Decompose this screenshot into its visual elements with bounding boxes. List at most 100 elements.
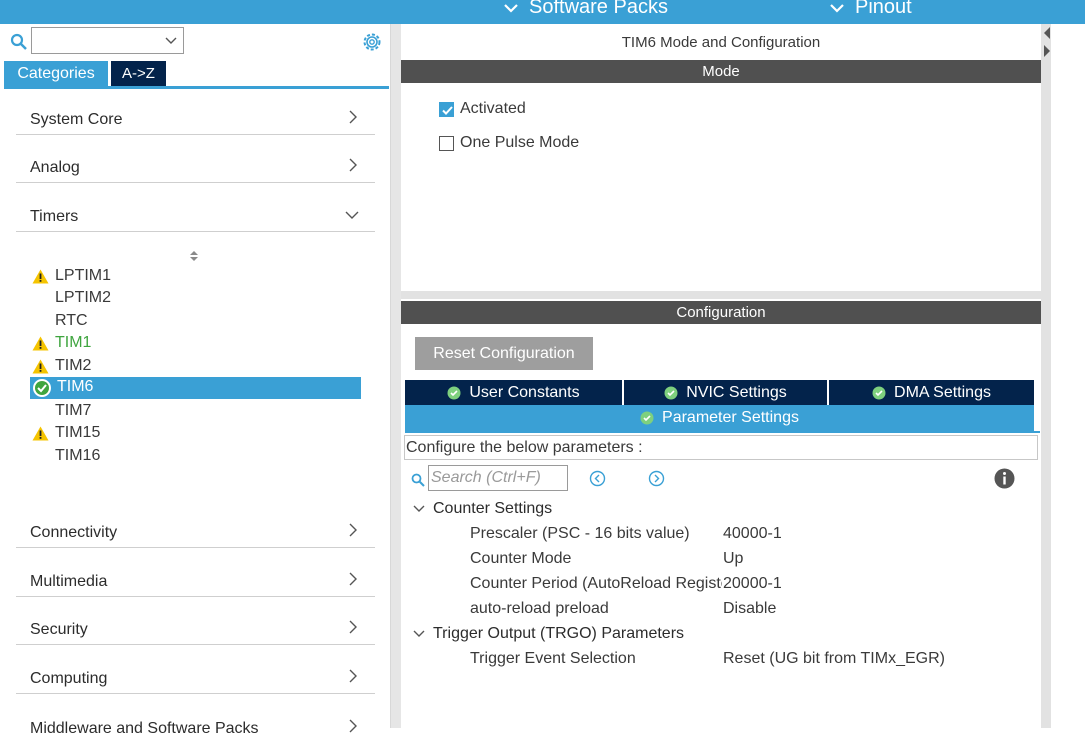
- info-icon[interactable]: [994, 468, 1015, 489]
- tab-user-constants[interactable]: User Constants: [405, 380, 622, 405]
- parameter-search-input[interactable]: Search (Ctrl+F): [428, 465, 568, 491]
- param-value[interactable]: 20000-1: [723, 575, 782, 593]
- tab-categories[interactable]: Categories: [4, 61, 108, 86]
- tab-parameter-settings[interactable]: Parameter Settings: [405, 405, 1034, 431]
- param-trigger-event-selection[interactable]: Trigger Event Selection Reset (UG bit fr…: [470, 650, 1030, 672]
- pinout-menu[interactable]: Pinout: [829, 0, 912, 19]
- param-prescaler[interactable]: Prescaler (PSC - 16 bits value) 40000-1: [470, 525, 1030, 547]
- timer-label: TIM6: [57, 378, 94, 395]
- timer-item-tim15[interactable]: TIM15: [30, 423, 361, 445]
- category-label: System Core: [30, 111, 123, 128]
- timer-label: TIM15: [55, 424, 101, 441]
- category-label: Connectivity: [30, 524, 118, 541]
- collapse-left-icon[interactable]: [1043, 26, 1051, 40]
- tab-a-to-z[interactable]: A->Z: [111, 61, 166, 86]
- category-label: Timers: [30, 208, 79, 225]
- vertical-scrollbar[interactable]: [1041, 24, 1051, 728]
- pinout-label: Pinout: [855, 0, 912, 18]
- timer-item-lptim1[interactable]: LPTIM1: [30, 266, 361, 288]
- category-system-core[interactable]: System Core: [16, 86, 375, 135]
- timer-item-tim7[interactable]: TIM7: [30, 401, 361, 423]
- param-value[interactable]: 40000-1: [723, 525, 782, 543]
- timer-item-lptim2[interactable]: LPTIM2: [30, 288, 361, 310]
- tab-nvic-settings[interactable]: NVIC Settings: [624, 380, 827, 405]
- chevron-right-icon: [349, 719, 357, 733]
- group-label: Counter Settings: [433, 500, 553, 517]
- search-icon: [411, 473, 425, 487]
- reset-configuration-button[interactable]: Reset Configuration: [415, 337, 593, 370]
- chevron-right-icon: [349, 158, 357, 172]
- warning-icon: [32, 426, 49, 441]
- activated-option[interactable]: Activated: [439, 100, 526, 118]
- search-previous-icon[interactable]: [589, 470, 606, 487]
- tab-label: User Constants: [469, 383, 580, 401]
- category-timers[interactable]: Timers: [16, 183, 375, 232]
- software-packs-label: Software Packs: [529, 0, 668, 18]
- param-name: Prescaler (PSC - 16 bits value): [470, 525, 690, 542]
- side-margin: [1051, 24, 1085, 728]
- timer-item-tim2[interactable]: TIM2: [30, 356, 361, 378]
- timer-item-rtc[interactable]: RTC: [30, 311, 361, 333]
- group-label: Trigger Output (TRGO) Parameters: [433, 625, 685, 642]
- warning-icon: [32, 359, 49, 374]
- timer-label: LPTIM2: [55, 289, 112, 306]
- param-name: Counter Mode: [470, 550, 572, 567]
- timer-item-tim6[interactable]: TIM6: [30, 377, 361, 399]
- param-auto-reload-preload[interactable]: auto-reload preload Disable: [470, 600, 1030, 622]
- one-pulse-mode-checkbox[interactable]: [439, 135, 454, 151]
- param-value[interactable]: Up: [723, 550, 743, 568]
- categories-panel: Categories A->Z System Core Analog Timer…: [0, 24, 391, 737]
- param-value[interactable]: Disable: [723, 600, 776, 618]
- param-counter-mode[interactable]: Counter Mode Up: [470, 550, 1030, 572]
- category-middleware[interactable]: Middleware and Software Packs: [16, 694, 375, 743]
- category-label: Analog: [30, 159, 80, 176]
- category-label: Multimedia: [30, 573, 108, 590]
- sort-icon[interactable]: [189, 249, 199, 263]
- gear-icon[interactable]: [361, 31, 383, 53]
- mode-section-header: Mode: [401, 60, 1041, 83]
- tab-dma-settings[interactable]: DMA Settings: [829, 380, 1034, 405]
- timer-label: TIM1: [55, 334, 92, 351]
- checkmark-icon: [442, 105, 453, 115]
- tab-underline: [405, 431, 1040, 433]
- group-counter-settings[interactable]: Counter Settings: [413, 500, 552, 518]
- tab-label: DMA Settings: [894, 383, 991, 401]
- timer-item-tim16[interactable]: TIM16: [30, 446, 361, 468]
- chevron-right-icon: [349, 572, 357, 586]
- configure-instructions: Configure the below parameters :: [404, 435, 1038, 460]
- software-packs-menu[interactable]: Software Packs: [503, 0, 668, 19]
- chevron-down-icon: [830, 3, 844, 13]
- chevron-down-icon: [345, 211, 359, 219]
- category-label: Middleware and Software Packs: [30, 720, 259, 737]
- search-icon[interactable]: [10, 33, 28, 51]
- search-combo-box[interactable]: [31, 27, 184, 54]
- group-trigger-output[interactable]: Trigger Output (TRGO) Parameters: [413, 625, 684, 643]
- activated-checkbox[interactable]: [439, 101, 454, 117]
- tab-label: Parameter Settings: [662, 409, 799, 426]
- timer-label: TIM16: [55, 447, 101, 464]
- param-counter-period[interactable]: Counter Period (AutoReload Register - 16…: [470, 575, 1030, 597]
- chevron-down-icon: [413, 630, 425, 637]
- param-value[interactable]: Reset (UG bit from TIMx_EGR): [723, 650, 945, 668]
- category-multimedia[interactable]: Multimedia: [16, 548, 375, 597]
- category-label: Computing: [30, 670, 108, 687]
- panel-splitter[interactable]: [391, 24, 401, 728]
- warning-icon: [32, 269, 49, 284]
- check-circle-icon: [447, 386, 461, 399]
- expand-right-icon[interactable]: [1043, 44, 1051, 58]
- panel-divider[interactable]: [401, 291, 1041, 299]
- category-security[interactable]: Security: [16, 596, 375, 645]
- category-label: Security: [30, 621, 88, 638]
- category-analog[interactable]: Analog: [16, 134, 375, 183]
- check-circle-icon: [872, 386, 886, 399]
- chevron-down-icon[interactable]: [165, 36, 177, 46]
- tab-label: NVIC Settings: [686, 383, 787, 401]
- category-computing[interactable]: Computing: [16, 645, 375, 694]
- category-connectivity[interactable]: Connectivity: [16, 499, 375, 548]
- search-next-icon[interactable]: [648, 470, 665, 487]
- one-pulse-mode-option[interactable]: One Pulse Mode: [439, 134, 579, 152]
- top-toolbar: Software Packs Pinout: [0, 0, 1085, 24]
- chevron-right-icon: [349, 110, 357, 124]
- check-circle-icon: [664, 386, 678, 399]
- timer-item-tim1[interactable]: TIM1: [30, 333, 361, 355]
